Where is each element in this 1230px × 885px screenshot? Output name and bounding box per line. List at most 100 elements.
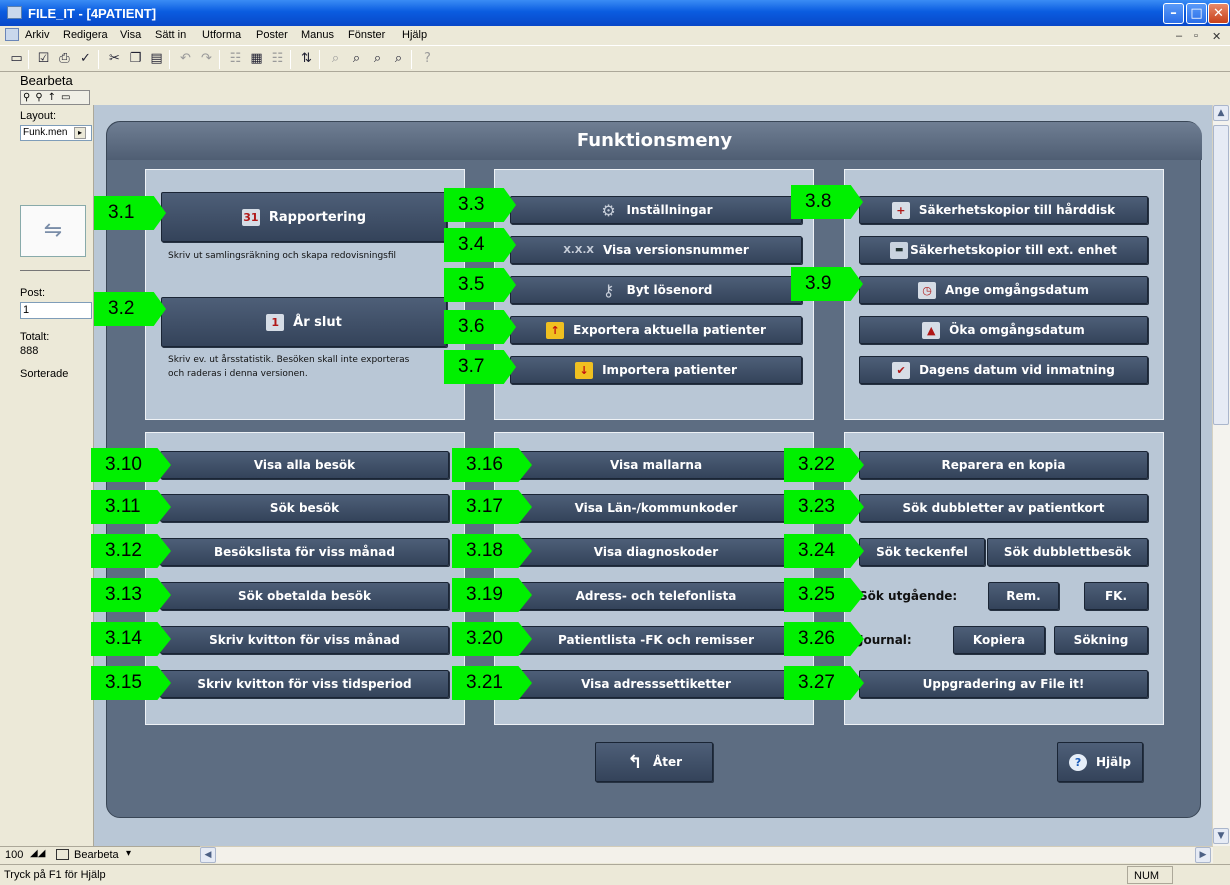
spellcheck-icon[interactable]: ✓ (77, 50, 94, 67)
kvitton-tidsperiod-button[interactable]: Skriv kvitton för viss tidsperiod (160, 670, 449, 698)
sok-dubbletter-button[interactable]: Sök dubbletter av patientkort (859, 494, 1148, 522)
sokning-button[interactable]: Sökning (1054, 626, 1148, 654)
annotation-3-6: 3.6 (444, 310, 516, 344)
scroll-left-icon[interactable]: ◀ (200, 847, 216, 863)
scroll-thumb[interactable] (1213, 125, 1229, 425)
annotation-3-17: 3.17 (452, 490, 532, 524)
patientlista-button[interactable]: Patientlista -FK och remisser (510, 626, 802, 654)
rem-button[interactable]: Rem. (988, 582, 1059, 610)
oka-omgangsdatum-button[interactable]: ▲ Öka omgångsdatum (859, 316, 1148, 344)
sok-dubblettbesok-button[interactable]: Sök dubblettbesök (987, 538, 1148, 566)
visa-alla-besok-button[interactable]: Visa alla besök (160, 451, 449, 479)
zoom-in-out-icon[interactable]: ◢◢ (30, 848, 45, 859)
ange-omgangsdatum-button[interactable]: ◷ Ange omgångsdatum (859, 276, 1148, 304)
menu-utforma[interactable]: Utforma (202, 29, 241, 41)
visa-diagnoskoder-button[interactable]: Visa diagnoskoder (510, 538, 802, 566)
exportera-button[interactable]: ↑ Exportera aktuella patienter (510, 316, 802, 344)
menu-poster[interactable]: Poster (256, 29, 288, 41)
dagens-datum-button[interactable]: ✔ Dagens datum vid inmatning (859, 356, 1148, 384)
redo-icon[interactable]: ↷ (198, 50, 215, 67)
first-aid-icon: + (891, 201, 910, 219)
vertical-scrollbar[interactable]: ▲ ▼ (1212, 105, 1230, 846)
sakerhetskopior-harddisk-button[interactable]: + Säkerhetskopior till hårddisk (859, 196, 1148, 224)
record-slider[interactable] (20, 265, 90, 271)
obetalda-besok-button[interactable]: Sök obetalda besök (160, 582, 449, 610)
status-area-toggle-icon[interactable] (56, 849, 69, 860)
horizontal-scrollbar[interactable]: ◀ ▶ (200, 846, 1213, 863)
rapportering-button[interactable]: 31 Rapportering (161, 192, 447, 242)
sakerhetskopior-ext-button[interactable]: ▬ Säkerhetskopior till ext. enhet (859, 236, 1148, 264)
annotation-3-19: 3.19 (452, 578, 532, 612)
layout-dropdown-icon[interactable]: ▸ (74, 127, 86, 139)
visa-mallarna-button[interactable]: Visa mallarna (510, 451, 802, 479)
scroll-up-icon[interactable]: ▲ (1213, 105, 1229, 121)
mode-popup[interactable]: Bearbeta (74, 849, 119, 861)
annotation-3-8: 3.8 (791, 185, 863, 219)
importera-button[interactable]: ↓ Importera patienter (510, 356, 802, 384)
kvitton-manad-button[interactable]: Skriv kvitton för viss månad (160, 626, 449, 654)
fk-button[interactable]: FK. (1084, 582, 1148, 610)
total-value: 888 (20, 345, 39, 357)
reparera-kopia-button[interactable]: Reparera en kopia (859, 451, 1148, 479)
sort-icon[interactable]: ⇅ (298, 50, 315, 67)
find-all-icon[interactable]: ⌕ (348, 50, 365, 67)
find-icon[interactable]: ⌕ (327, 50, 344, 67)
installningar-button[interactable]: ⚙ Inställningar (510, 196, 802, 224)
zoom-level[interactable]: 100 (5, 849, 23, 861)
mode-switcher[interactable]: ⚲⚲↑▭ (20, 90, 90, 105)
minimize-button[interactable]: – (1163, 3, 1184, 24)
maximize-button[interactable]: □ (1186, 3, 1207, 24)
omit-icon[interactable]: ⌕ (369, 50, 386, 67)
scroll-down-icon[interactable]: ▼ (1213, 828, 1229, 844)
sok-besok-button[interactable]: Sök besök (160, 494, 449, 522)
menu-manus[interactable]: Manus (301, 29, 334, 41)
annotation-3-25: 3.25 (784, 578, 864, 612)
copy-icon[interactable]: ❐ (127, 50, 144, 67)
besokslista-button[interactable]: Besökslista för viss månad (160, 538, 449, 566)
menu-visa[interactable]: Visa (120, 29, 141, 41)
adress-telefonlista-button[interactable]: Adress- och telefonlista (510, 582, 802, 610)
uppgradering-button[interactable]: Uppgradering av File it! (859, 670, 1148, 698)
menu-redigera[interactable]: Redigera (63, 29, 108, 41)
form-view-icon[interactable]: ▦ (248, 50, 265, 67)
annotation-3-7: 3.7 (444, 350, 516, 384)
mode-dropdown-icon[interactable]: ▾ (126, 848, 131, 859)
help-icon[interactable]: ? (419, 50, 436, 67)
menu-satt-in[interactable]: Sätt in (155, 29, 186, 41)
close-button[interactable]: ✕ (1208, 3, 1229, 24)
undo-icon[interactable]: ↶ (177, 50, 194, 67)
document-icon[interactable] (5, 28, 19, 41)
hjalp-button[interactable]: ? Hjälp (1057, 742, 1143, 782)
menu-fonster[interactable]: Fönster (348, 29, 385, 41)
menu-hjalp[interactable]: Hjälp (402, 29, 427, 41)
record-book-icon[interactable]: ⇋ (20, 205, 86, 257)
ater-button[interactable]: ↰ Åter (595, 742, 713, 782)
mdi-restore-button[interactable]: ▫ (1194, 30, 1198, 42)
visa-lan-kommunkoder-button[interactable]: Visa Län-/kommunkoder (510, 494, 802, 522)
menu-arkiv[interactable]: Arkiv (25, 29, 49, 41)
kopiera-button[interactable]: Kopiera (953, 626, 1045, 654)
checkbox-icon[interactable]: ☑ (35, 50, 52, 67)
visa-adressetiketter-button[interactable]: Visa adresssettiketter (510, 670, 802, 698)
list-view-icon[interactable]: ☷ (227, 50, 244, 67)
visa-versionsnummer-button[interactable]: X.X.X Visa versionsnummer (510, 236, 802, 264)
export-icon: ↑ (546, 321, 565, 339)
status-area: Bearbeta ⚲⚲↑▭ Layout: Funk.men ▸ ⇋ Post:… (16, 73, 94, 846)
sok-teckenfel-button[interactable]: Sök teckenfel (859, 538, 985, 566)
ar-slut-button[interactable]: 1 År slut (161, 297, 447, 347)
scroll-right-icon[interactable]: ▶ (1195, 847, 1211, 863)
post-input[interactable]: 1 (20, 302, 92, 319)
byt-losenord-button[interactable]: ⚷ Byt lösenord (510, 276, 802, 304)
mdi-minimize-button[interactable]: – (1176, 30, 1182, 42)
mdi-close-button[interactable]: ✕ (1212, 30, 1221, 43)
cut-icon[interactable]: ✂ (106, 50, 123, 67)
sok-utgaende-label: Sök utgående: (859, 589, 958, 603)
show-omitted-icon[interactable]: ⌕ (390, 50, 407, 67)
table-view-icon[interactable]: ☷ (269, 50, 286, 67)
toolbar: ▭ ☑ ⎙ ✓ ✂ ❐ ▤ ↶ ↷ ☷ ▦ ☷ ⇅ ⌕ ⌕ ⌕ ⌕ ? (0, 45, 1230, 72)
paste-icon[interactable]: ▤ (148, 50, 165, 67)
print-icon[interactable]: ⎙ (56, 50, 73, 67)
toolbar-separator (28, 50, 29, 69)
toolbar-separator (98, 50, 99, 69)
new-record-icon[interactable]: ▭ (8, 50, 25, 67)
